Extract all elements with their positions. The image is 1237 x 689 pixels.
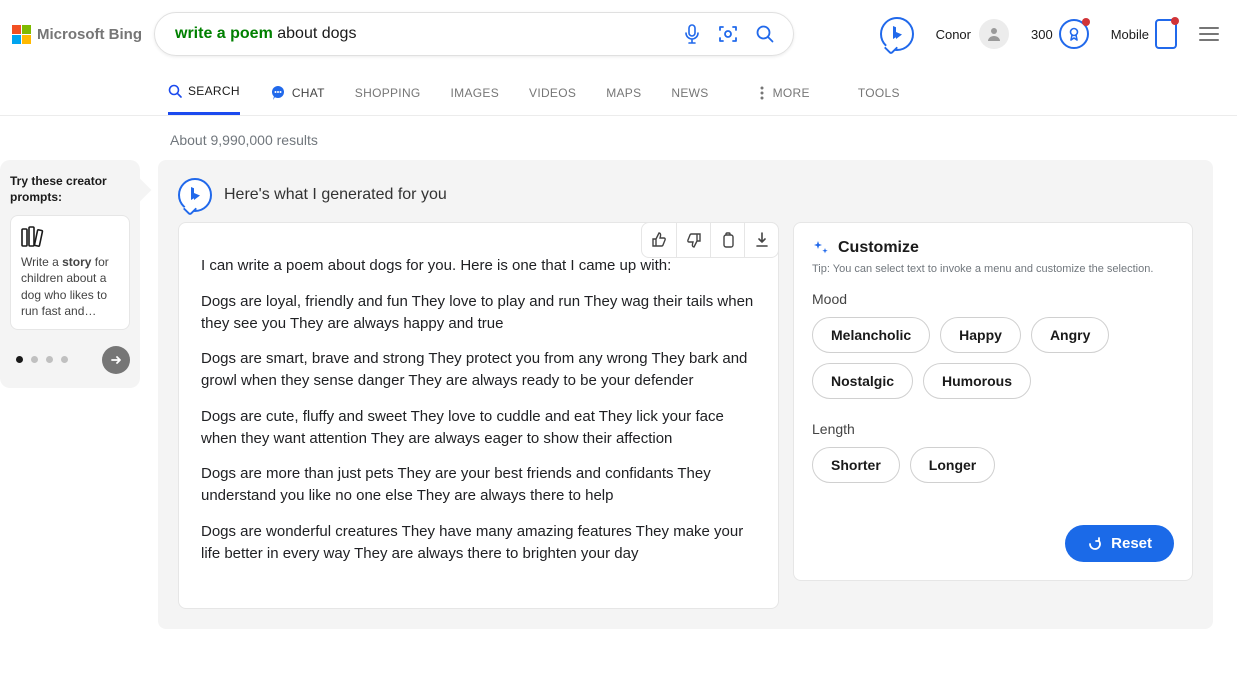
microsoft-icon	[12, 25, 31, 44]
answer-actions	[641, 222, 779, 258]
tab-images[interactable]: IMAGES	[451, 70, 499, 115]
chip-nostalgic[interactable]: Nostalgic	[812, 363, 913, 399]
answer-p3: Dogs are cute, fluffy and sweet They lov…	[201, 406, 756, 450]
answer-card: I can write a poem about dogs for you. H…	[178, 222, 779, 609]
carousel-dots	[10, 346, 130, 374]
creator-prompts-sidebar: Try these creator prompts: Write a story…	[0, 160, 140, 388]
bing-icon	[178, 178, 212, 212]
menu-icon[interactable]	[1199, 27, 1219, 41]
notification-dot	[1171, 17, 1179, 25]
reset-label: Reset	[1111, 535, 1152, 552]
tab-search[interactable]: SEARCH	[168, 70, 240, 115]
thumbs-down-icon[interactable]	[676, 223, 710, 257]
dot-3[interactable]	[46, 356, 53, 363]
chip-longer[interactable]: Longer	[910, 447, 995, 483]
tab-tools[interactable]: TOOLS	[858, 70, 900, 115]
notification-dot	[1082, 18, 1090, 26]
user-account[interactable]: Conor	[936, 19, 1009, 49]
tab-videos[interactable]: VIDEOS	[529, 70, 576, 115]
answer-p2: Dogs are smart, brave and strong They pr…	[201, 348, 756, 392]
card-bold: story	[62, 255, 91, 269]
tab-shopping[interactable]: SHOPPING	[355, 70, 421, 115]
customize-tip: Tip: You can select text to invoke a men…	[812, 263, 1174, 275]
chip-angry[interactable]: Angry	[1031, 317, 1109, 353]
phone-icon	[1155, 19, 1177, 49]
results-count: About 9,990,000 results	[0, 116, 1237, 160]
lens-icon[interactable]	[717, 24, 739, 44]
points-value: 300	[1031, 27, 1053, 42]
card-pre: Write a	[21, 255, 62, 269]
answer-p1: Dogs are loyal, friendly and fun They lo…	[201, 291, 756, 335]
copy-icon[interactable]	[710, 223, 744, 257]
dot-1[interactable]	[16, 356, 23, 363]
sidebar-title: Try these creator prompts:	[10, 174, 130, 205]
thumbs-up-icon[interactable]	[642, 223, 676, 257]
nav-tabs: SEARCH CHAT SHOPPING IMAGES VIDEOS MAPS …	[0, 70, 1237, 116]
generated-title: Here's what I generated for you	[224, 186, 447, 204]
tab-maps[interactable]: MAPS	[606, 70, 641, 115]
bing-chat-icon[interactable]	[880, 17, 914, 51]
answer-text: I can write a poem about dogs for you. H…	[201, 255, 756, 564]
tab-news[interactable]: NEWS	[671, 70, 708, 115]
tab-chat[interactable]: CHAT	[270, 70, 325, 115]
mic-icon[interactable]	[683, 24, 701, 44]
search-icon[interactable]	[755, 24, 775, 44]
logo-text: Microsoft Bing	[37, 26, 142, 43]
length-label: Length	[812, 421, 1174, 437]
chip-melancholic[interactable]: Melancholic	[812, 317, 930, 353]
mood-chips: Melancholic Happy Angry Nostalgic Humoro…	[812, 317, 1174, 399]
header: Microsoft Bing write a poem about dogs C…	[0, 0, 1237, 66]
reset-button[interactable]: Reset	[1065, 525, 1174, 562]
dot-2[interactable]	[31, 356, 38, 363]
dot-4[interactable]	[61, 356, 68, 363]
mobile-label: Mobile	[1111, 27, 1149, 42]
length-chips: Shorter Longer	[812, 447, 1174, 483]
search-highlight: write a poem	[175, 25, 273, 42]
customize-header: Customize	[812, 239, 1174, 257]
avatar-icon	[979, 19, 1009, 49]
customize-panel: Customize Tip: You can select text to in…	[793, 222, 1193, 581]
answer-p5: Dogs are wonderful creatures They have m…	[201, 521, 756, 565]
books-icon	[21, 226, 119, 248]
mood-label: Mood	[812, 291, 1174, 307]
refresh-icon	[1087, 536, 1103, 552]
customize-title: Customize	[838, 239, 919, 257]
generated-content: Here's what I generated for you I can wr…	[158, 160, 1213, 629]
chip-happy[interactable]: Happy	[940, 317, 1021, 353]
logo[interactable]: Microsoft Bing	[12, 25, 142, 44]
search-box[interactable]: write a poem about dogs	[154, 12, 794, 56]
search-input[interactable]: write a poem about dogs	[175, 25, 683, 43]
prompt-card[interactable]: Write a story for children about a dog w…	[10, 215, 130, 330]
sparkle-icon	[812, 239, 830, 257]
download-icon[interactable]	[744, 223, 778, 257]
tab-more[interactable]: MORE	[757, 70, 810, 115]
chip-shorter[interactable]: Shorter	[812, 447, 900, 483]
mobile-link[interactable]: Mobile	[1111, 19, 1177, 49]
medal-icon	[1059, 19, 1089, 49]
next-arrow-icon[interactable]	[102, 346, 130, 374]
answer-p4: Dogs are more than just pets They are yo…	[201, 463, 756, 507]
chip-humorous[interactable]: Humorous	[923, 363, 1031, 399]
rewards[interactable]: 300	[1031, 19, 1089, 49]
search-rest: about dogs	[273, 25, 357, 42]
answer-p0: I can write a poem about dogs for you. H…	[201, 255, 756, 277]
user-name: Conor	[936, 27, 971, 42]
